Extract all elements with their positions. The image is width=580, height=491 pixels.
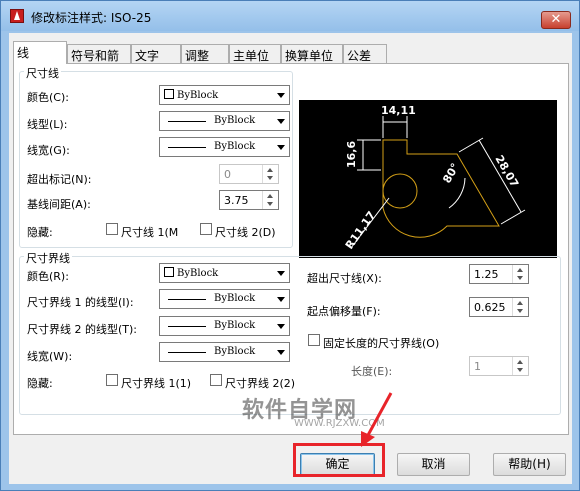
baseline-spacing-label: 基线间距(A): [27,198,91,211]
annotation-arrow [361,392,393,447]
origin-offset-label: 起点偏移量(F): [307,305,381,318]
dim-suppress-label: 隐藏: [27,226,53,239]
ext2-linetype-select[interactable]: ByBlock [159,316,290,336]
fixed-length-label[interactable]: 固定长度的尺寸界线(O) [323,335,439,351]
spin-down-icon[interactable] [517,309,523,313]
extend-ticks-label: 超出标记(N): [27,173,92,186]
suppress-dim2-checkbox[interactable] [200,223,212,235]
origin-offset-spinner[interactable]: 0.625 [469,297,529,317]
length-label: 长度(E): [351,365,393,378]
dimension-preview-drawing: 14,11 16,6 28,07 80° R11,17 [343,104,526,252]
dim-color-label: 颜色(C): [27,91,69,104]
color-swatch-icon [164,89,174,99]
spin-up-icon[interactable] [267,194,273,198]
line-sample-icon [168,352,206,353]
tab-text[interactable]: 文字 [131,44,181,63]
dim-lineweight-label: 线宽(G): [27,144,70,157]
tab-symbols-arrows[interactable]: 符号和箭头 [67,44,131,80]
dim-lines-group-label: 尺寸线 [24,65,61,81]
tab-tolerances[interactable]: 公差 [343,44,387,63]
dialog-client: 线 符号和箭头 文字 调整 主单位 换算单位 公差 尺寸线 颜色(C): ByB… [9,33,572,484]
spin-down-icon[interactable] [517,368,523,372]
ext-lineweight-select[interactable]: ByBlock [159,342,290,362]
chevron-down-icon [277,145,285,150]
chevron-down-icon [277,119,285,124]
extend-beyond-spinner[interactable]: 1.25 [469,264,529,284]
chevron-down-icon [277,93,285,98]
line-sample-icon [168,299,206,300]
line-sample-icon [168,121,206,122]
dialog-window: 修改标注样式: ISO-25 ✕ 线 符号和箭头 文字 调整 主单位 换算单位 … [0,0,580,491]
tab-primary-units[interactable]: 主单位 [229,44,281,63]
suppress-dim1-label[interactable]: 尺寸线 1(M [121,224,178,240]
tab-fit[interactable]: 调整 [181,44,229,63]
fixed-length-checkbox[interactable] [308,334,320,346]
extend-ticks-spinner[interactable]: 0 [219,164,279,184]
title-bar[interactable]: 修改标注样式: ISO-25 ✕ [1,1,579,31]
preview-dim-angle: 80° [440,161,462,186]
spin-up-icon[interactable] [517,301,523,305]
spin-up-icon[interactable] [517,360,523,364]
length-spinner[interactable]: 1 [469,356,529,376]
color-swatch-icon [164,267,174,277]
tab-lines[interactable]: 线 [13,41,67,64]
suppress-dim2-label[interactable]: 尺寸线 2(D) [215,224,276,240]
ext2-linetype-label: 尺寸界线 2 的线型(T): [27,323,137,336]
suppress-dim1-checkbox[interactable] [106,223,118,235]
dim-linetype-label: 线型(L): [27,118,68,131]
chevron-down-icon [277,324,285,329]
ext1-linetype-select[interactable]: ByBlock [159,289,290,309]
ext-lineweight-label: 线宽(W): [27,350,73,363]
chevron-down-icon [277,297,285,302]
help-button[interactable]: 帮助(H) [493,453,566,476]
preview-canvas: 14,11 16,6 28,07 80° R11,17 [299,100,557,258]
spin-down-icon[interactable] [517,276,523,280]
autocad-app-icon [10,9,24,23]
ext-lines-group-label: 尺寸界线 [24,250,72,266]
window-title: 修改标注样式: ISO-25 [31,11,152,25]
tab-alternate-units[interactable]: 换算单位 [281,44,343,63]
line-sample-icon [168,326,206,327]
baseline-spacing-spinner[interactable]: 3.75 [219,190,279,210]
preview-dim-left: 16,6 [345,141,358,168]
spin-down-icon[interactable] [267,202,273,206]
ext1-linetype-label: 尺寸界线 1 的线型(I): [27,296,134,309]
ext-color-select[interactable]: ByBlock [159,263,290,283]
dim-lineweight-select[interactable]: ByBlock [159,137,290,157]
tab-panel-lines: 尺寸线 颜色(C): ByBlock 线型(L): ByBlock 线宽(G):… [13,63,569,435]
dim-linetype-select[interactable]: ByBlock [159,111,290,131]
suppress-ext2-label[interactable]: 尺寸界线 2(2) [225,375,295,391]
suppress-ext1-label[interactable]: 尺寸界线 1(1) [121,375,191,391]
suppress-ext1-checkbox[interactable] [106,374,118,386]
spin-up-icon[interactable] [517,268,523,272]
chevron-down-icon [277,350,285,355]
chevron-down-icon [277,271,285,276]
ext-suppress-label: 隐藏: [27,377,53,390]
ext-color-label: 颜色(R): [27,270,69,283]
line-sample-icon [168,147,206,148]
suppress-ext2-checkbox[interactable] [210,374,222,386]
extend-beyond-label: 超出尺寸线(X): [307,272,382,285]
close-button[interactable]: ✕ [541,11,571,29]
preview-dim-radius: R11,17 [343,209,378,252]
spin-up-icon[interactable] [267,168,273,172]
cancel-button[interactable]: 取消 [397,453,470,476]
spin-down-icon[interactable] [267,176,273,180]
preview-dim-top: 14,11 [381,104,416,117]
dim-color-select[interactable]: ByBlock [159,85,290,105]
